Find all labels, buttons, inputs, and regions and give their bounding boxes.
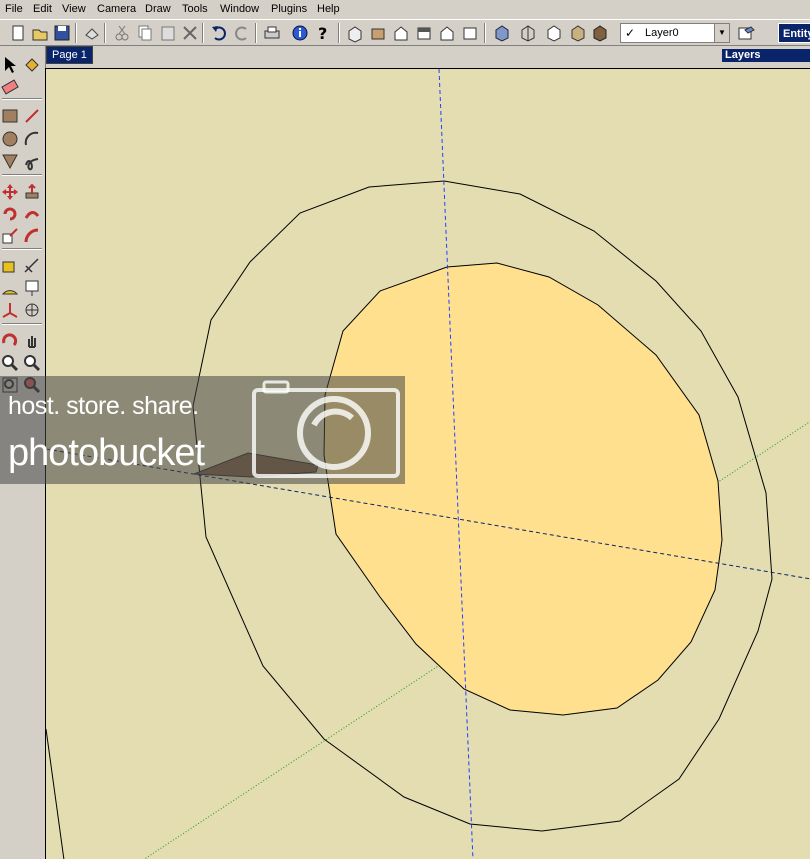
- undo-icon[interactable]: [209, 23, 229, 43]
- select-icon[interactable]: [0, 55, 20, 75]
- page-tab-1[interactable]: Page 1: [46, 46, 93, 64]
- copy-icon[interactable]: [135, 23, 155, 43]
- xray-icon[interactable]: [492, 23, 512, 43]
- menu-help[interactable]: Help: [317, 3, 340, 15]
- rotate-icon[interactable]: [0, 204, 20, 224]
- menu-window[interactable]: Window: [220, 3, 259, 15]
- push-pull-icon[interactable]: [22, 182, 42, 202]
- shaded-icon[interactable]: [568, 23, 588, 43]
- toolbar-separator: [2, 98, 42, 100]
- dimension-icon[interactable]: [22, 256, 42, 276]
- watermark-brand: photobucket: [8, 432, 205, 474]
- entity-info-tab[interactable]: Entity: [778, 23, 810, 43]
- page-bar: Page 1 Layers: [0, 46, 810, 68]
- watermark-tagline: host. store. share.: [8, 392, 199, 420]
- photobucket-watermark: host. store. share. photobucket: [0, 376, 405, 484]
- offset-icon[interactable]: [22, 226, 42, 246]
- menu-view[interactable]: View: [62, 3, 86, 15]
- layer-visible-check: ✓: [625, 26, 636, 40]
- circle-icon[interactable]: [0, 129, 20, 149]
- front-view-icon[interactable]: [391, 23, 411, 43]
- menu-file[interactable]: File: [5, 3, 23, 15]
- toolbar-separator: [2, 248, 42, 250]
- layer-dropdown[interactable]: ✓ Layer0 ▼: [620, 23, 730, 43]
- erase-icon[interactable]: [180, 23, 200, 43]
- toolbar-separator: [202, 23, 204, 43]
- freehand-icon[interactable]: [22, 151, 42, 171]
- menu-draw[interactable]: Draw: [145, 3, 171, 15]
- save-icon[interactable]: [52, 23, 72, 43]
- paste-icon[interactable]: [158, 23, 178, 43]
- hidden-line-icon[interactable]: [544, 23, 564, 43]
- redo-icon[interactable]: [232, 23, 252, 43]
- left-view-icon[interactable]: [460, 23, 480, 43]
- eraser-icon[interactable]: [0, 77, 20, 97]
- toolbar-separator: [484, 23, 486, 43]
- zoom-icon[interactable]: [0, 353, 20, 373]
- layer-manager-icon[interactable]: [736, 23, 756, 43]
- layer-name: Layer0: [645, 27, 679, 39]
- menu-bar: File Edit View Camera Draw Tools Window Plugins…: [0, 0, 810, 19]
- new-icon[interactable]: [8, 23, 28, 43]
- photobucket-logo: [252, 380, 400, 478]
- model-info-icon[interactable]: [290, 23, 310, 43]
- iso-view-icon[interactable]: [345, 23, 365, 43]
- menu-plugins[interactable]: Plugins: [271, 3, 307, 15]
- line-icon[interactable]: [22, 106, 42, 126]
- main-toolbar: ✓ Layer0 ▼ Entity ?: [0, 19, 810, 46]
- svg-text:?: ?: [318, 24, 327, 43]
- toolbar-separator: [75, 23, 77, 43]
- toolbar-separator: [104, 23, 106, 43]
- filled-circle-face: [323, 262, 723, 716]
- right-view-icon[interactable]: [414, 23, 434, 43]
- help-icon[interactable]: ?: [313, 23, 333, 43]
- zoom-window-icon[interactable]: [22, 353, 42, 373]
- 3d-text-icon[interactable]: [22, 300, 42, 320]
- protractor-icon[interactable]: [0, 278, 20, 298]
- tape-measure-icon[interactable]: [0, 256, 20, 276]
- toolbar-separator: [255, 23, 257, 43]
- toolbar-separator: [338, 23, 340, 43]
- layers-panel-title[interactable]: Layers: [722, 49, 810, 62]
- toolbar-separator: [2, 323, 42, 325]
- move-icon[interactable]: [0, 182, 20, 202]
- shaded-texture-icon[interactable]: [590, 23, 610, 43]
- paint-bucket-icon[interactable]: [22, 55, 42, 75]
- orbit-icon[interactable]: [0, 331, 20, 351]
- rectangle-icon[interactable]: [0, 106, 20, 126]
- chevron-down-icon[interactable]: ▼: [714, 24, 729, 42]
- make-component-icon[interactable]: [82, 23, 102, 43]
- edge-line: [46, 728, 65, 859]
- menu-edit[interactable]: Edit: [33, 3, 52, 15]
- print-icon[interactable]: [262, 23, 282, 43]
- axes-icon[interactable]: [0, 300, 20, 320]
- wireframe-icon[interactable]: [518, 23, 538, 43]
- arc-icon[interactable]: [22, 129, 42, 149]
- open-icon[interactable]: [30, 23, 50, 43]
- pan-icon[interactable]: [22, 331, 42, 351]
- follow-me-icon[interactable]: [22, 204, 42, 224]
- menu-tools[interactable]: Tools: [182, 3, 208, 15]
- toolbar-separator: [2, 174, 42, 176]
- text-icon[interactable]: [22, 278, 42, 298]
- back-view-icon[interactable]: [437, 23, 457, 43]
- polygon-icon[interactable]: [0, 151, 20, 171]
- scale-icon[interactable]: [0, 226, 20, 246]
- cut-icon[interactable]: [112, 23, 132, 43]
- top-view-icon[interactable]: [368, 23, 388, 43]
- menu-camera[interactable]: Camera: [97, 3, 136, 15]
